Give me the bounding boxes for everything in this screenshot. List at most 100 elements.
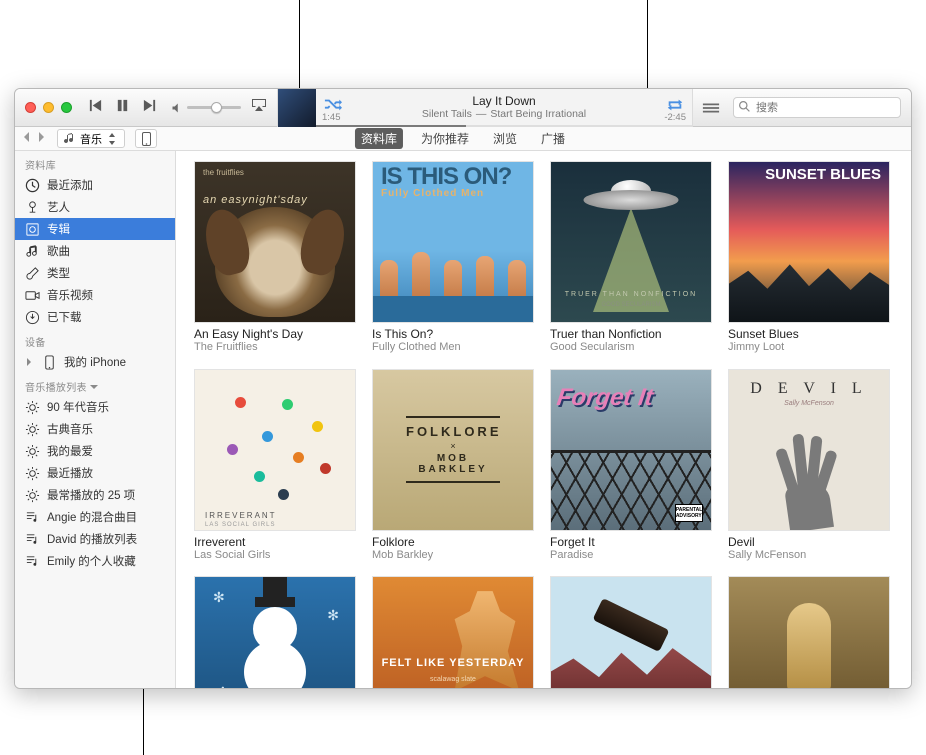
album-tile[interactable] (550, 576, 712, 688)
back-button[interactable] (21, 130, 33, 148)
sidebar-item-genres[interactable]: 类型 (15, 262, 175, 284)
chevron-updown-icon (106, 133, 118, 145)
sidebar-playlist-favorites[interactable]: 我的最爱 (15, 440, 175, 462)
album-artist: Good Secularism (550, 341, 712, 354)
album-artwork[interactable] (728, 576, 890, 688)
sidebar-playlist-emily[interactable]: Emily 的个人收藏 (15, 550, 175, 572)
album-grid: the fruitflies an easynight'sday An Easy… (176, 151, 911, 688)
next-button[interactable] (142, 98, 157, 118)
album-artwork[interactable]: the fruitflies an easynight'sday (194, 161, 356, 323)
video-icon (25, 288, 40, 303)
album-artwork[interactable]: SUNSET BLUES (728, 161, 890, 323)
window-controls (15, 102, 72, 113)
playlist-icon (25, 554, 40, 569)
music-icon (64, 133, 76, 145)
tab-browse[interactable]: 浏览 (487, 128, 523, 149)
tab-for-you[interactable]: 为你推荐 (415, 128, 475, 149)
sidebar-playlist-top25[interactable]: 最常播放的 25 项 (15, 484, 175, 506)
album-artist: Las Social Girls (194, 549, 356, 562)
album-artwork[interactable]: ✻✻✻ HOLIDAY STANDARDS (194, 576, 356, 688)
search-field[interactable] (733, 97, 901, 118)
sidebar-item-music-videos[interactable]: 音乐视频 (15, 284, 175, 306)
minimize-button[interactable] (43, 102, 54, 113)
now-playing-subtitle: Silent Tails—Start Being Irrational (342, 108, 666, 120)
album-tile[interactable]: the fruitflies an easynight'sday An Easy… (194, 161, 356, 355)
sidebar-playlist-classical[interactable]: 古典音乐 (15, 418, 175, 440)
album-tile[interactable]: SUNSET BLUES Sunset Blues Jimmy Loot (728, 161, 890, 355)
now-playing-title: Lay It Down (342, 95, 666, 109)
itunes-window: Lay It Down Silent Tails—Start Being Irr… (14, 88, 912, 689)
view-tabs: 资料库 为你推荐 浏览 广播 (355, 128, 571, 149)
sidebar-playlist-angie[interactable]: Angie 的混合曲目 (15, 506, 175, 528)
titlebar: Lay It Down Silent Tails—Start Being Irr… (15, 89, 911, 127)
album-tile[interactable]: TRUER THAN NONFICTIONGOOD SECULARISM Tru… (550, 161, 712, 355)
device-button[interactable] (135, 129, 157, 148)
album-artwork[interactable]: IRREVERANTLAS SOCIAL GIRLS (194, 369, 356, 531)
album-tile[interactable]: IRREVERANTLAS SOCIAL GIRLS Irreverent La… (194, 369, 356, 563)
album-tile[interactable]: D E V I LSally McFenson Devil Sally McFe… (728, 369, 890, 563)
note-icon (25, 244, 40, 259)
remaining-time: -2:45 (664, 112, 686, 123)
album-tile[interactable]: FOLKLORE×MOB BARKLEY Folklore Mob Barkle… (372, 369, 534, 563)
search-icon (738, 100, 751, 113)
chevron-right-icon (25, 358, 33, 366)
sidebar-playlist-david[interactable]: David 的播放列表 (15, 528, 175, 550)
elapsed-time: 1:45 (322, 112, 341, 123)
up-next-button[interactable] (693, 101, 729, 115)
album-artist: Mob Barkley (372, 549, 534, 562)
tab-radio[interactable]: 广播 (535, 128, 571, 149)
search-input[interactable] (733, 97, 901, 118)
album-tile[interactable] (728, 576, 890, 688)
gear-icon (25, 466, 40, 481)
album-artwork[interactable]: FOLKLORE×MOB BARKLEY (372, 369, 534, 531)
album-artwork[interactable]: IS THIS ON?Fully Clothed Men (372, 161, 534, 323)
now-playing-artwork[interactable] (278, 89, 316, 127)
pause-button[interactable] (115, 98, 130, 118)
album-artist: Paradise (550, 549, 712, 562)
playlist-icon (25, 510, 40, 525)
airplay-button[interactable] (251, 98, 267, 117)
album-artwork[interactable]: D E V I LSally McFenson (728, 369, 890, 531)
album-title: Forget It (550, 535, 712, 549)
mic-icon (25, 200, 40, 215)
now-playing-display: Lay It Down Silent Tails—Start Being Irr… (277, 89, 693, 127)
sidebar-item-artists[interactable]: 艺人 (15, 196, 175, 218)
close-button[interactable] (25, 102, 36, 113)
album-icon (25, 222, 40, 237)
guitar-icon (25, 266, 40, 281)
album-artwork[interactable]: FELT LIKE YESTERDAYscalawag slate (372, 576, 534, 688)
album-artist: Sally McFenson (728, 549, 890, 562)
album-artwork[interactable] (550, 576, 712, 688)
sidebar-item-iphone[interactable]: 我的 iPhone (15, 351, 175, 373)
sidebar-item-downloaded[interactable]: 已下载 (15, 306, 175, 328)
sidebar-header-playlists[interactable]: 音乐播放列表 (15, 373, 175, 396)
gear-icon (25, 444, 40, 459)
album-title: Devil (728, 535, 890, 549)
forward-button[interactable] (35, 130, 47, 148)
sidebar: 资料库 最近添加 艺人 专辑 歌曲 类型 音乐视频 已下载 设备 我的 iPho… (15, 151, 176, 688)
album-tile[interactable]: IS THIS ON?Fully Clothed Men Is This On?… (372, 161, 534, 355)
media-type-selector[interactable]: 音乐 (57, 129, 125, 148)
sidebar-playlist-recent[interactable]: 最近播放 (15, 462, 175, 484)
album-artist: The Fruitflies (194, 341, 356, 354)
chevron-down-icon (90, 383, 98, 391)
transport-controls (88, 98, 157, 118)
album-tile[interactable]: FELT LIKE YESTERDAYscalawag slate (372, 576, 534, 688)
tab-library[interactable]: 资料库 (355, 128, 403, 149)
album-tile[interactable]: ✻✻✻ HOLIDAY STANDARDS (194, 576, 356, 688)
previous-button[interactable] (88, 98, 103, 118)
album-artwork[interactable]: TRUER THAN NONFICTIONGOOD SECULARISM (550, 161, 712, 323)
download-icon (25, 310, 40, 325)
gear-icon (25, 422, 40, 437)
album-title: Is This On? (372, 327, 534, 341)
album-tile[interactable]: Forget It PARENTAL ADVISORY Forget It Pa… (550, 369, 712, 563)
album-artwork[interactable]: Forget It PARENTAL ADVISORY (550, 369, 712, 531)
volume-slider[interactable] (171, 102, 241, 114)
sidebar-item-recently-added[interactable]: 最近添加 (15, 174, 175, 196)
sidebar-playlist-90s[interactable]: 90 年代音乐 (15, 396, 175, 418)
album-title: Folklore (372, 535, 534, 549)
sidebar-item-songs[interactable]: 歌曲 (15, 240, 175, 262)
sidebar-item-albums[interactable]: 专辑 (15, 218, 175, 240)
iphone-icon (42, 355, 57, 370)
zoom-button[interactable] (61, 102, 72, 113)
